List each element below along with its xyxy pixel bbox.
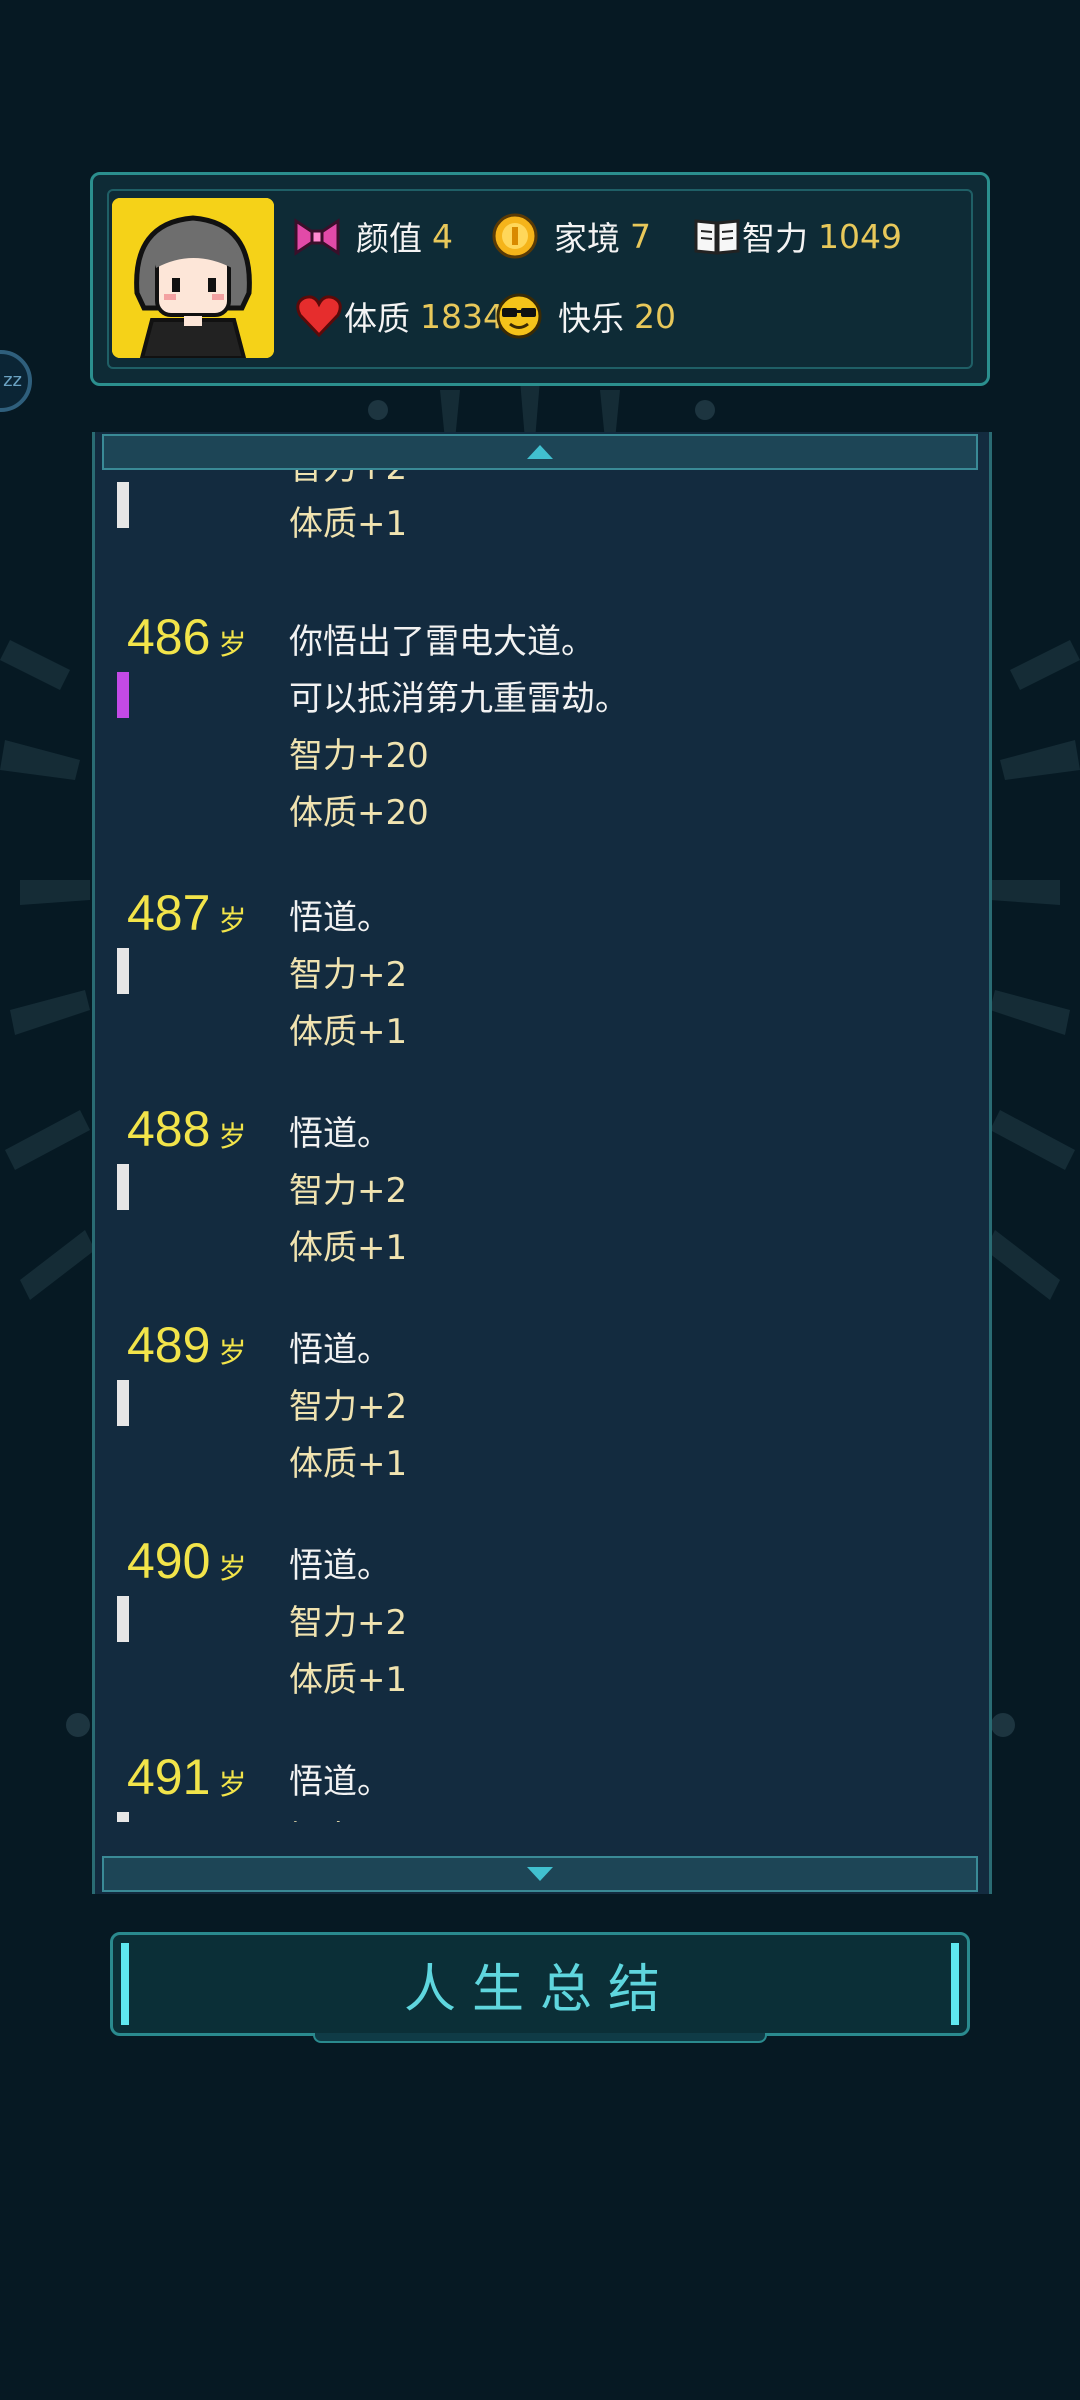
- stat-looks-value: 4: [432, 216, 453, 256]
- coin-icon: [492, 213, 538, 259]
- entry-line: 悟道。: [289, 1762, 391, 1802]
- entry-line: 智力+2: [289, 1603, 408, 1643]
- life-log-list[interactable]: 智力+2 体质+1 486岁 你悟出了雷电大道。 可以抵消第九重雷劫。 智力+2…: [95, 470, 985, 1822]
- entry-line: 体质+1: [289, 504, 408, 544]
- entry-line: 体质+20: [289, 793, 429, 833]
- entry-line: 体质+1: [289, 1228, 408, 1268]
- stat-happiness-label: 快乐: [558, 299, 624, 338]
- floating-side-button-label: zz: [3, 370, 22, 391]
- entry-line: 智力+2: [289, 955, 408, 995]
- entry-age: 490 岁: [127, 1533, 247, 1589]
- scroll-up-button[interactable]: [102, 434, 978, 470]
- entry-age: 491 岁: [127, 1749, 247, 1805]
- bow-icon: [294, 218, 340, 256]
- scroll-down-button[interactable]: [102, 1856, 978, 1892]
- entry-age: 487 岁: [127, 885, 247, 941]
- sunglasses-face-icon: [496, 293, 542, 339]
- entry-marker: [117, 672, 129, 718]
- entry-line: 智力+2: [289, 1171, 408, 1211]
- entry-marker: [117, 1596, 129, 1642]
- stat-constitution-label: 体质: [344, 299, 410, 338]
- entry-line: 悟道。: [289, 898, 391, 938]
- entry-line: 体质+1: [289, 1660, 408, 1700]
- entry-line: 智力+2: [289, 470, 407, 489]
- book-icon: [694, 219, 740, 255]
- entry-age: 486 岁: [127, 609, 247, 665]
- entry-marker: [117, 1380, 129, 1426]
- entry-age: 488 岁: [127, 1101, 247, 1157]
- entry-age: 489 岁: [127, 1317, 247, 1373]
- stat-looks-label: 颜值: [356, 219, 422, 258]
- life-summary-label: 人生总结: [403, 1959, 676, 2020]
- stat-happiness-value: 20: [634, 296, 676, 336]
- entry-marker: [117, 482, 129, 528]
- entry-line: 悟道。: [289, 1546, 391, 1586]
- avatar-portrait-icon: [112, 198, 274, 358]
- stat-looks: 颜值 4: [292, 206, 453, 266]
- entry-line: 悟道。: [289, 1330, 391, 1370]
- life-summary-button[interactable]: 人生总结: [110, 1932, 970, 2043]
- heart-icon: [296, 295, 342, 338]
- stat-intelligence-label: 智力: [742, 219, 808, 258]
- stat-intelligence: 智力 1049: [692, 206, 902, 266]
- arrow-up-icon: [527, 445, 553, 459]
- stat-intelligence-value: 1049: [818, 216, 902, 256]
- entry-marker: [117, 1164, 129, 1210]
- entry-line: 可以抵消第九重雷劫。: [289, 679, 629, 719]
- entry-marker: [117, 948, 129, 994]
- entry-line: 智力+20: [289, 736, 429, 776]
- avatar: [112, 198, 274, 358]
- entry-marker: [117, 1812, 129, 1822]
- entry-line: 智力+2: [289, 1811, 407, 1822]
- stat-family-value: 7: [630, 216, 651, 256]
- entry-line: 体质+1: [289, 1444, 408, 1484]
- stat-constitution-value: 1834: [420, 296, 504, 336]
- entry-line: 悟道。: [289, 1114, 391, 1154]
- stat-constitution: 体质 1834: [294, 286, 504, 346]
- stat-happiness: 快乐 20: [494, 286, 676, 346]
- arrow-down-icon: [527, 1867, 553, 1881]
- entry-line: 体质+1: [289, 1012, 408, 1052]
- stat-family: 家境 7: [490, 206, 651, 266]
- entry-line: 智力+2: [289, 1387, 408, 1427]
- entry-line: 你悟出了雷电大道。: [289, 622, 595, 662]
- stat-family-label: 家境: [554, 219, 620, 258]
